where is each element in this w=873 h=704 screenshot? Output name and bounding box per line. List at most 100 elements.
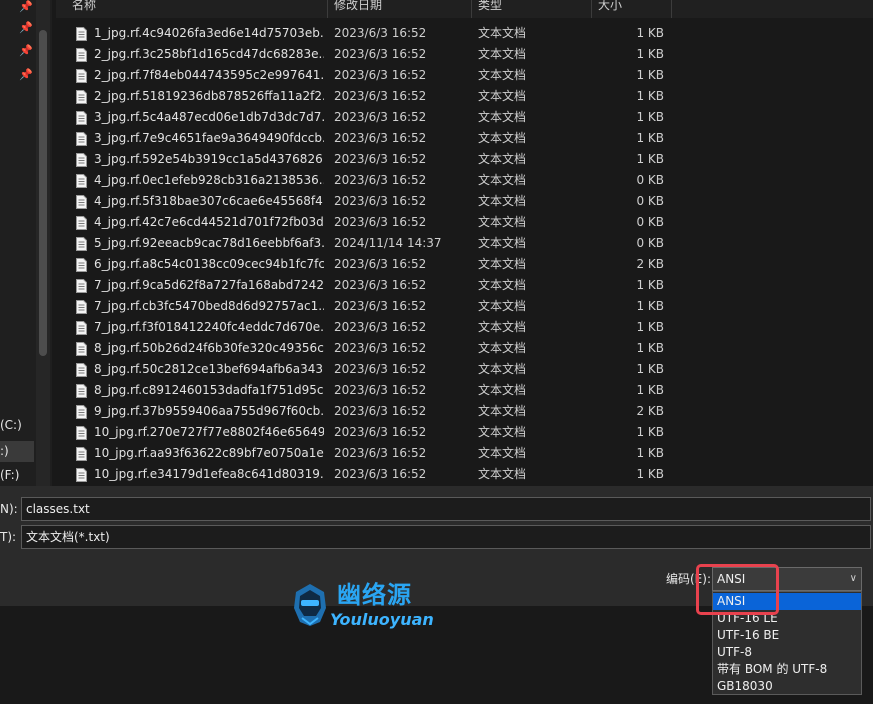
- text-file-icon: [76, 258, 87, 272]
- file-type: 文本文档: [478, 404, 527, 418]
- file-type: 文本文档: [478, 299, 527, 313]
- file-date: 2023/6/3 16:52: [334, 89, 427, 103]
- file-date: 2023/6/3 16:52: [334, 26, 427, 40]
- file-date: 2023/6/3 16:52: [334, 446, 427, 460]
- file-name: 8_jpg.rf.50b26d24f6b30fe320c49356c...: [94, 341, 324, 355]
- file-date: 2023/6/3 16:52: [334, 131, 427, 145]
- file-type: 文本文档: [478, 362, 527, 376]
- column-divider[interactable]: [471, 0, 472, 18]
- file-row[interactable]: 10_jpg.rf.aa93f63622c89bf7e0750a1e... 202…: [56, 443, 873, 464]
- file-size: 0 KB: [636, 173, 664, 187]
- file-type: 文本文档: [478, 341, 527, 355]
- file-name: 2_jpg.rf.7f84eb044743595c2e997641...: [94, 68, 324, 82]
- text-file-icon: [76, 174, 87, 188]
- file-date: 2023/6/3 16:52: [334, 425, 427, 439]
- watermark-text: 幽络源: [337, 581, 412, 609]
- filetype-label: T):: [0, 530, 17, 544]
- pin-icon: 📌: [19, 0, 33, 13]
- file-row[interactable]: 4_jpg.rf.42c7e6cd44521d701f72fb03d... 202…: [56, 212, 873, 233]
- file-size: 1 KB: [636, 446, 664, 460]
- column-header-type[interactable]: 类型: [478, 0, 502, 14]
- file-name: 9_jpg.rf.37b9559406aa755d967f60cb...: [94, 404, 324, 418]
- file-row[interactable]: 10_jpg.rf.270e727f77e8802f46e65649... 202…: [56, 422, 873, 443]
- column-divider[interactable]: [327, 0, 328, 18]
- file-row[interactable]: 4_jpg.rf.0ec1efeb928cb316a2138536... 2023…: [56, 170, 873, 191]
- column-divider[interactable]: [591, 0, 592, 18]
- file-row[interactable]: 3_jpg.rf.5c4a487ecd06e1db7d3dc7d7... 2023…: [56, 107, 873, 128]
- file-size: 1 KB: [636, 68, 664, 82]
- encoding-option[interactable]: GB18030: [713, 678, 861, 695]
- column-header-size[interactable]: 大小: [598, 0, 622, 14]
- file-row[interactable]: 2_jpg.rf.7f84eb044743595c2e997641... 2023…: [56, 65, 873, 86]
- file-row[interactable]: 5_jpg.rf.92eeacb9cac78d16eebbf6af3... 202…: [56, 233, 873, 254]
- file-date: 2023/6/3 16:52: [334, 194, 427, 208]
- text-file-icon: [76, 69, 87, 83]
- text-file-icon: [76, 384, 87, 398]
- file-name: 10_jpg.rf.aa93f63622c89bf7e0750a1e...: [94, 446, 324, 460]
- file-row[interactable]: 7_jpg.rf.f3f018412240fc4eddc7d670e... 202…: [56, 317, 873, 338]
- encoding-option[interactable]: UTF-16 BE: [713, 627, 861, 644]
- file-row[interactable]: 8_jpg.rf.50c2812ce13bef694afb6a343... 202…: [56, 359, 873, 380]
- text-file-icon: [76, 111, 87, 125]
- text-file-icon: [76, 195, 87, 209]
- text-file-icon: [76, 363, 87, 377]
- file-type: 文本文档: [478, 131, 527, 145]
- file-size: 1 KB: [636, 299, 664, 313]
- file-row[interactable]: 3_jpg.rf.592e54b3919cc1a5d4376826... 2023…: [56, 149, 873, 170]
- nav-drive-selected[interactable]: :): [0, 441, 34, 462]
- file-row[interactable]: 8_jpg.rf.50b26d24f6b30fe320c49356c... 202…: [56, 338, 873, 359]
- file-type: 文本文档: [478, 152, 527, 166]
- file-row[interactable]: 2_jpg.rf.51819236db878526ffa11a2f2... 202…: [56, 86, 873, 107]
- file-row[interactable]: 2_jpg.rf.3c258bf1d165cd47dc68283e... 2023…: [56, 44, 873, 65]
- encoding-option[interactable]: UTF-8: [713, 644, 861, 661]
- file-name: 1_jpg.rf.4c94026fa3ed6e14d75703eb...: [94, 26, 324, 40]
- file-row[interactable]: 4_jpg.rf.5f318bae307c6cae6e45568f4... 202…: [56, 191, 873, 212]
- file-name: 8_jpg.rf.50c2812ce13bef694afb6a343...: [94, 362, 324, 376]
- nav-drive-f[interactable]: (F:): [0, 465, 34, 486]
- column-header-name[interactable]: 名称: [72, 0, 96, 14]
- file-date: 2023/6/3 16:52: [334, 152, 427, 166]
- filename-input[interactable]: classes.txt: [21, 497, 871, 521]
- chevron-down-icon[interactable]: ∨: [850, 568, 857, 590]
- nav-drive-c[interactable]: (C:): [0, 415, 34, 436]
- file-size: 1 KB: [636, 152, 664, 166]
- file-name: 2_jpg.rf.51819236db878526ffa11a2f2...: [94, 89, 324, 103]
- watermark: 幽络源 Youluoyuan: [290, 580, 450, 632]
- file-row[interactable]: 8_jpg.rf.c8912460153dadfa1f751d95c... 202…: [56, 380, 873, 401]
- filetype-select[interactable]: 文本文档(*.txt): [21, 525, 871, 549]
- file-type: 文本文档: [478, 278, 527, 292]
- encoding-option[interactable]: 带有 BOM 的 UTF-8: [713, 661, 861, 678]
- file-name: 7_jpg.rf.9ca5d62f8a727fa168abd7242...: [94, 278, 324, 292]
- pin-icon: 📌: [19, 68, 33, 81]
- text-file-icon: [76, 279, 87, 293]
- file-row[interactable]: 9_jpg.rf.37b9559406aa755d967f60cb... 2023…: [56, 401, 873, 422]
- file-row[interactable]: 1_jpg.rf.4c94026fa3ed6e14d75703eb... 2023…: [56, 23, 873, 44]
- file-date: 2024/11/14 14:37: [334, 236, 442, 250]
- file-row[interactable]: 7_jpg.rf.9ca5d62f8a727fa168abd7242... 202…: [56, 275, 873, 296]
- file-type: 文本文档: [478, 194, 527, 208]
- file-date: 2023/6/3 16:52: [334, 257, 427, 271]
- file-row[interactable]: 10_jpg.rf.e34179d1efea8c641d80319... 2023…: [56, 464, 873, 485]
- file-size: 1 KB: [636, 425, 664, 439]
- file-type: 文本文档: [478, 236, 527, 250]
- filename-label: N):: [0, 502, 18, 516]
- file-size: 0 KB: [636, 236, 664, 250]
- file-type: 文本文档: [478, 173, 527, 187]
- file-type: 文本文档: [478, 446, 527, 460]
- file-date: 2023/6/3 16:52: [334, 110, 427, 124]
- pin-icon: 📌: [19, 44, 33, 57]
- column-header-date[interactable]: 修改日期: [334, 0, 382, 14]
- text-file-icon: [76, 48, 87, 62]
- text-file-icon: [76, 342, 87, 356]
- nav-scrollbar-thumb[interactable]: [39, 30, 47, 356]
- text-file-icon: [76, 216, 87, 230]
- file-type: 文本文档: [478, 26, 527, 40]
- text-file-icon: [76, 90, 87, 104]
- file-size: 1 KB: [636, 26, 664, 40]
- file-row[interactable]: 3_jpg.rf.7e9c4651fae9a3649490fdccb... 202…: [56, 128, 873, 149]
- file-row[interactable]: 7_jpg.rf.cb3fc5470bed8d6d92757ac1... 2023…: [56, 296, 873, 317]
- file-name: 8_jpg.rf.c8912460153dadfa1f751d95c...: [94, 383, 324, 397]
- file-name: 3_jpg.rf.7e9c4651fae9a3649490fdccb...: [94, 131, 324, 145]
- file-row[interactable]: 6_jpg.rf.a8c54c0138cc09cec94b1fc7fc... 20…: [56, 254, 873, 275]
- column-divider[interactable]: [671, 0, 672, 18]
